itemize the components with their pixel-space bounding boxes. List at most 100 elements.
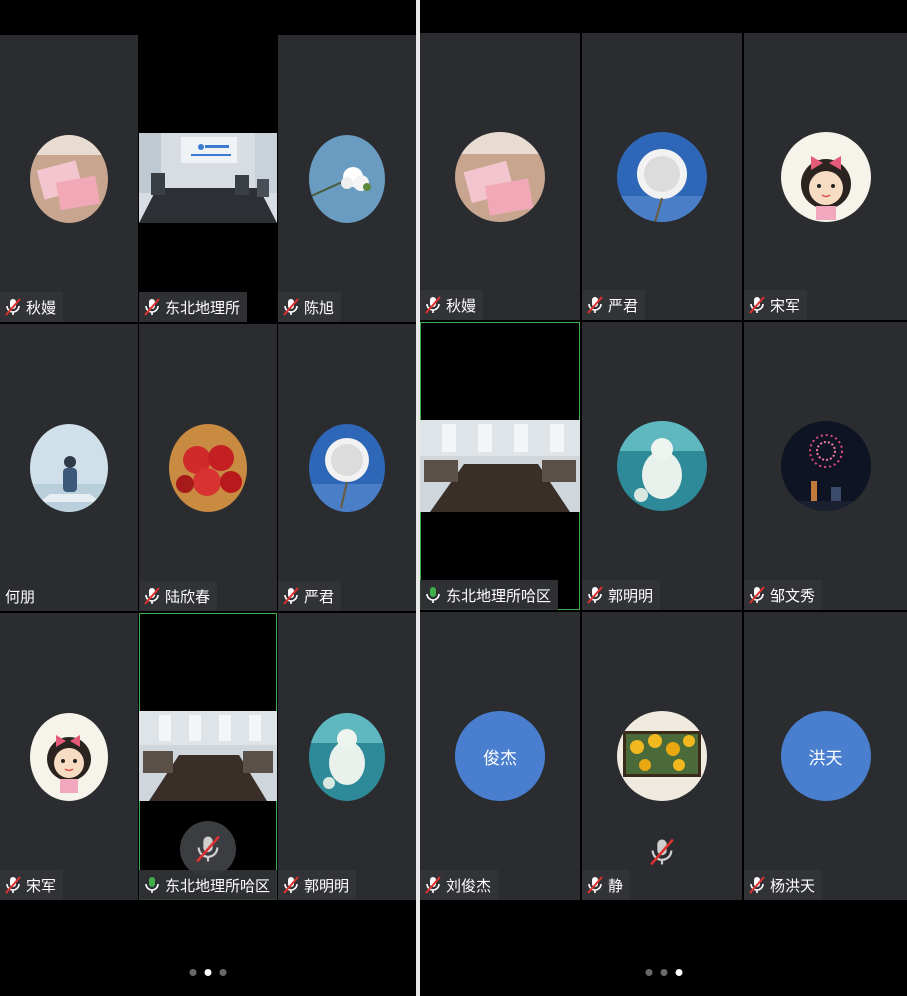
page-dot-current[interactable] (204, 969, 212, 976)
participant-tile[interactable]: 静 (582, 612, 742, 900)
mic-muted-icon (586, 585, 604, 605)
camera-video (420, 420, 580, 512)
left-page: 秋嫚 东北地理所 陈旭 何朋 陆欣春 严君 宋军 东北地理所哈区 郭明明 (0, 0, 416, 996)
mic-muted-large-icon[interactable] (634, 824, 690, 880)
participant-name-tag: 秋嫚 (420, 290, 484, 320)
participant-name: 杨洪天 (770, 876, 816, 895)
mic-muted-icon (424, 875, 442, 895)
mic-active-icon (143, 875, 161, 895)
avatar (169, 423, 247, 512)
mic-muted-icon (748, 585, 766, 605)
participant-tile[interactable]: 东北地理所 (139, 35, 277, 322)
mic-muted-icon (143, 297, 161, 317)
participant-tile[interactable]: 秋嫚 (420, 33, 580, 320)
participant-tile-active-speaker[interactable]: 东北地理所哈区 (139, 613, 277, 900)
participant-name-tag: 东北地理所哈区 (139, 870, 277, 900)
participant-name-tag: 东北地理所 (139, 292, 248, 322)
participant-tile[interactable]: 俊杰 刘俊杰 (420, 612, 580, 900)
camera-video (139, 133, 277, 223)
avatar (780, 131, 871, 222)
participant-name: 东北地理所哈区 (446, 586, 552, 605)
participant-name: 邹文秀 (770, 586, 816, 605)
participant-name: 刘俊杰 (446, 876, 492, 895)
mic-muted-icon (4, 297, 22, 317)
page-dot[interactable] (660, 969, 667, 976)
text-avatar: 俊杰 (455, 711, 545, 801)
mic-active-icon (424, 585, 442, 605)
participant-name-tag: 陈旭 (278, 292, 342, 322)
mic-muted-icon (586, 875, 604, 895)
avatar-initials: 洪天 (808, 748, 843, 769)
participant-tile[interactable]: 严君 (582, 33, 742, 320)
participant-tile[interactable]: 陈旭 (278, 35, 416, 322)
mic-muted-large-icon[interactable] (180, 821, 236, 877)
participant-name: 东北地理所哈区 (165, 876, 271, 895)
participant-name: 何朋 (5, 587, 36, 606)
participant-name-tag: 秋嫚 (0, 292, 64, 322)
participant-name: 严君 (608, 296, 639, 315)
page-dot[interactable] (219, 969, 227, 976)
participant-name: 严君 (304, 587, 335, 606)
participant-tile[interactable]: 陆欣春 (139, 324, 277, 611)
participant-name-tag: 东北地理所哈区 (420, 580, 559, 610)
page-indicator (645, 969, 682, 976)
participant-name: 秋嫚 (26, 298, 57, 317)
participant-name-tag: 静 (582, 870, 631, 900)
mic-muted-icon (282, 586, 300, 606)
participant-name-tag: 刘俊杰 (420, 870, 499, 900)
participant-tile[interactable]: 何朋 (0, 324, 138, 611)
participant-tile-active-speaker[interactable]: 东北地理所哈区 (420, 322, 580, 610)
participant-name: 秋嫚 (446, 296, 477, 315)
participant-name-tag: 陆欣春 (139, 581, 218, 611)
mic-muted-icon (4, 875, 22, 895)
avatar (30, 423, 108, 512)
avatar (309, 423, 385, 512)
participant-name-tag: 严君 (278, 581, 342, 611)
participant-tile[interactable]: 洪天 杨洪天 (744, 612, 907, 900)
participant-name-tag: 郭明明 (278, 870, 357, 900)
participant-tile[interactable]: 宋军 (744, 33, 907, 320)
page-dot-current[interactable] (675, 969, 682, 976)
mic-muted-icon (586, 295, 604, 315)
participant-name: 郭明明 (304, 876, 350, 895)
mic-muted-icon (282, 297, 300, 317)
page-indicator (189, 969, 227, 976)
avatar (455, 131, 545, 222)
camera-video (139, 711, 277, 801)
participant-name-tag: 何朋 (0, 581, 42, 611)
page-dot[interactable] (189, 969, 197, 976)
participant-tile[interactable]: 秋嫚 (0, 35, 138, 322)
participant-tile[interactable]: 邹文秀 (744, 322, 907, 610)
mic-muted-icon (143, 586, 161, 606)
mic-muted-icon (282, 875, 300, 895)
participant-name: 静 (608, 876, 624, 895)
participant-tile[interactable]: 郭明明 (278, 613, 416, 900)
avatar (780, 421, 871, 511)
avatar (617, 131, 707, 222)
avatar (617, 421, 707, 511)
avatar (617, 711, 707, 801)
participant-name-tag: 杨洪天 (744, 870, 823, 900)
participant-name-tag: 宋军 (0, 870, 64, 900)
participant-name: 东北地理所 (165, 298, 241, 317)
participant-tile[interactable]: 郭明明 (582, 322, 742, 610)
avatar (309, 134, 385, 223)
mic-muted-icon (424, 295, 442, 315)
participant-name-tag: 宋军 (744, 290, 808, 320)
participant-tile[interactable]: 严君 (278, 324, 416, 611)
participant-tile[interactable]: 宋军 (0, 613, 138, 900)
participant-name: 宋军 (770, 296, 801, 315)
participant-name: 陆欣春 (165, 587, 211, 606)
text-avatar: 洪天 (780, 711, 871, 801)
mic-muted-icon (748, 875, 766, 895)
avatar (309, 712, 385, 801)
participant-name-tag: 邹文秀 (744, 580, 823, 610)
participant-name: 陈旭 (304, 298, 335, 317)
page-dot[interactable] (645, 969, 652, 976)
participant-name: 郭明明 (608, 586, 654, 605)
avatar (30, 134, 108, 223)
participant-name: 宋军 (26, 876, 57, 895)
right-page: 秋嫚 严君 宋军 东北地理所哈区 郭明明 邹文秀 俊杰 刘俊杰 静 洪天 杨洪天 (420, 0, 907, 996)
avatar (30, 712, 108, 801)
mic-muted-icon (748, 295, 766, 315)
